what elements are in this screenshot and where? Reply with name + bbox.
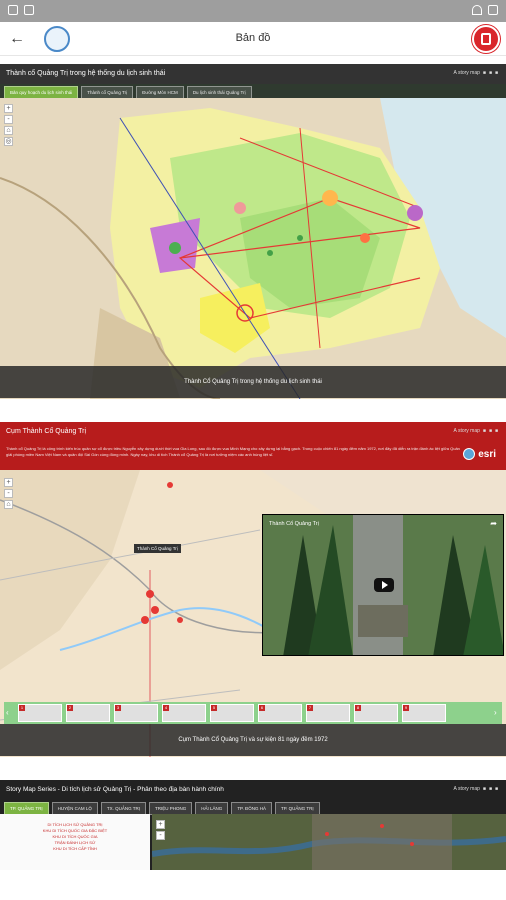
link-icon[interactable]: ■ — [495, 786, 498, 792]
map-view[interactable]: + - ⌂ ◎ — [0, 98, 506, 399]
thumbnail[interactable]: 5 — [210, 704, 254, 722]
app-bar: ← Bản đồ — [0, 22, 506, 56]
story-description: Thành cổ Quảng Trị là công trình kiến tr… — [6, 446, 460, 457]
facebook-icon[interactable]: ■ — [483, 786, 486, 792]
map-caption: Thành Cổ Quảng Trị trong hệ thống du lịc… — [0, 366, 506, 398]
map-svg — [0, 98, 506, 399]
story-map-3: Story Map Series - Di tích lịch sử Quảng… — [0, 780, 506, 870]
twitter-icon[interactable]: ■ — [489, 70, 492, 76]
thumbnail[interactable]: 9 — [402, 704, 446, 722]
thumbnail[interactable]: 1 — [18, 704, 62, 722]
story-header: Cụm Thành Cổ Quảng Trị A story map ■ ■ ■ — [0, 422, 506, 442]
play-button[interactable] — [374, 578, 394, 592]
zoom-in-button[interactable]: + — [4, 104, 13, 113]
thumbnail-carousel: 1 2 3 4 5 6 7 8 9 — [4, 702, 502, 724]
zoom-controls: + - ⌂ — [4, 478, 14, 509]
story-map-2: Cụm Thành Cổ Quảng Trị A story map ■ ■ ■… — [0, 422, 506, 757]
brand-logo[interactable] — [472, 25, 500, 53]
share-bar: A story map ■ ■ ■ — [453, 428, 499, 434]
video-player[interactable]: Thành Cổ Quảng Trị ➦ — [262, 514, 504, 656]
story-title: Story Map Series - Di tích lịch sử Quảng… — [6, 786, 224, 793]
chevron-right-icon[interactable]: › — [494, 709, 500, 717]
chevron-left-icon[interactable]: ‹ — [6, 709, 12, 717]
esri-logo: esri — [463, 448, 496, 460]
facebook-icon[interactable]: ■ — [483, 428, 486, 434]
twitter-icon[interactable]: ■ — [489, 786, 492, 792]
link-icon[interactable]: ■ — [495, 70, 498, 76]
page-title: Bản đồ — [235, 32, 271, 44]
map-svg — [152, 814, 506, 870]
zoom-out-button[interactable]: - — [156, 831, 165, 840]
home-button[interactable]: ⌂ — [4, 500, 13, 509]
share-bar: A story map ■ ■ ■ — [453, 70, 499, 76]
story-header: Story Map Series - Di tích lịch sử Quảng… — [0, 780, 506, 800]
globe-icon — [463, 448, 476, 460]
panel-line: KHU DI TÍCH CẤP TỈNH — [53, 846, 97, 851]
story-title: Cụm Thành Cổ Quảng Trị — [6, 428, 87, 435]
share-icon[interactable]: ➦ — [490, 519, 497, 528]
zoom-in-button[interactable]: + — [156, 820, 165, 829]
zoom-controls: + - — [156, 820, 166, 840]
app-icon — [24, 5, 34, 15]
zoom-out-button[interactable]: - — [4, 489, 13, 498]
nav-bar — [0, 870, 506, 900]
wifi-icon — [472, 5, 482, 15]
zoom-in-button[interactable]: + — [4, 478, 13, 487]
thumbnail[interactable]: 7 — [306, 704, 350, 722]
home-button[interactable]: ⌂ — [4, 126, 13, 135]
zoom-out-button[interactable]: - — [4, 115, 13, 124]
facebook-icon[interactable]: ■ — [483, 70, 486, 76]
notification-icon — [8, 5, 18, 15]
map-caption: Cụm Thành Cổ Quảng Trị và sự kiện 81 ngà… — [0, 724, 506, 756]
side-panel: DI TÍCH LỊCH SỬ QUẢNG TRỊ KHU DI TÍCH QU… — [0, 814, 150, 870]
twitter-icon[interactable]: ■ — [489, 428, 492, 434]
battery-icon — [488, 5, 498, 15]
share-bar: A story map ■ ■ ■ — [453, 786, 499, 792]
thumbnail[interactable]: 4 — [162, 704, 206, 722]
story-map-1: Thành cổ Quảng Trị trong hệ thống du lịc… — [0, 64, 506, 399]
story-header: Thành cổ Quảng Trị trong hệ thống du lịc… — [0, 64, 506, 84]
story-title: Thành cổ Quảng Trị trong hệ thống du lịc… — [6, 70, 166, 77]
satellite-map[interactable]: + - — [152, 814, 506, 870]
status-bar — [0, 0, 506, 22]
link-icon[interactable]: ■ — [495, 428, 498, 434]
thumbnail[interactable]: 6 — [258, 704, 302, 722]
locate-button[interactable]: ◎ — [4, 137, 13, 146]
zoom-controls: + - ⌂ ◎ — [4, 104, 14, 146]
thumbnail[interactable]: 2 — [66, 704, 110, 722]
map-callout: Thành Cổ Quảng Trị — [134, 544, 181, 553]
thumbnail[interactable]: 8 — [354, 704, 398, 722]
thumbnail[interactable]: 3 — [114, 704, 158, 722]
video-title: Thành Cổ Quảng Trị — [269, 521, 319, 527]
